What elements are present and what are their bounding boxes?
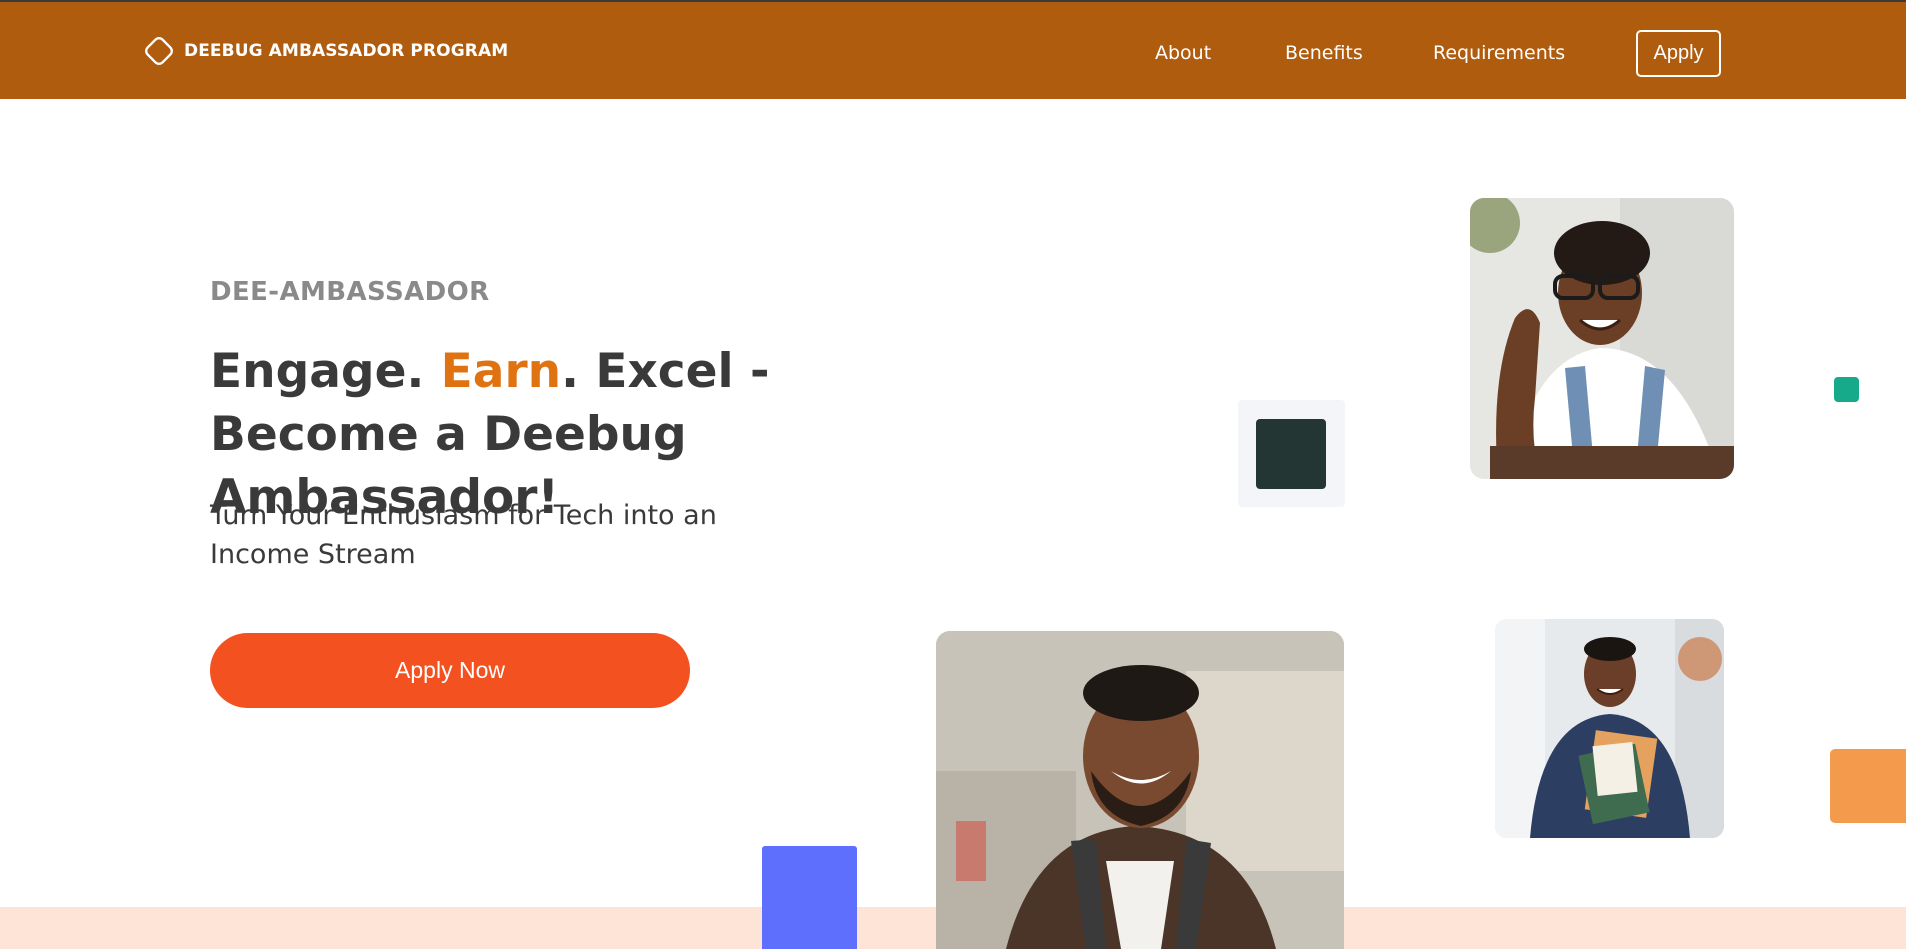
- photo-ambassador-man-books: [1495, 619, 1724, 838]
- photo-ambassador-man-smiling: [936, 631, 1344, 949]
- nav-link-requirements[interactable]: Requirements: [1433, 42, 1565, 64]
- apply-now-button[interactable]: Apply Now: [210, 633, 690, 708]
- hero-eyebrow: DEE-AMBASSADOR: [210, 277, 490, 307]
- decor-dot-teal: [1834, 377, 1859, 402]
- brand-name: DEEBUG AMBASSADOR PROGRAM: [184, 41, 509, 61]
- headline-accent-earn: Earn: [440, 344, 562, 399]
- decor-tile-dark: [1256, 419, 1326, 489]
- brand-logo-icon: [142, 34, 176, 68]
- decor-block-blue: [762, 846, 857, 949]
- brand[interactable]: DEEBUG AMBASSADOR PROGRAM: [142, 34, 509, 68]
- top-navbar: DEEBUG AMBASSADOR PROGRAM About Benefits…: [0, 0, 1906, 99]
- nav-link-benefits[interactable]: Benefits: [1285, 42, 1363, 64]
- photo-ambassador-woman: [1470, 198, 1734, 479]
- headline-part-engage: Engage.: [210, 344, 441, 399]
- decor-block-orange: [1830, 749, 1906, 823]
- hero-subheadline: Turn Your Enthusiasm for Tech into an In…: [210, 500, 717, 570]
- nav-link-about[interactable]: About: [1155, 42, 1211, 64]
- nav-apply-button[interactable]: Apply: [1636, 30, 1721, 77]
